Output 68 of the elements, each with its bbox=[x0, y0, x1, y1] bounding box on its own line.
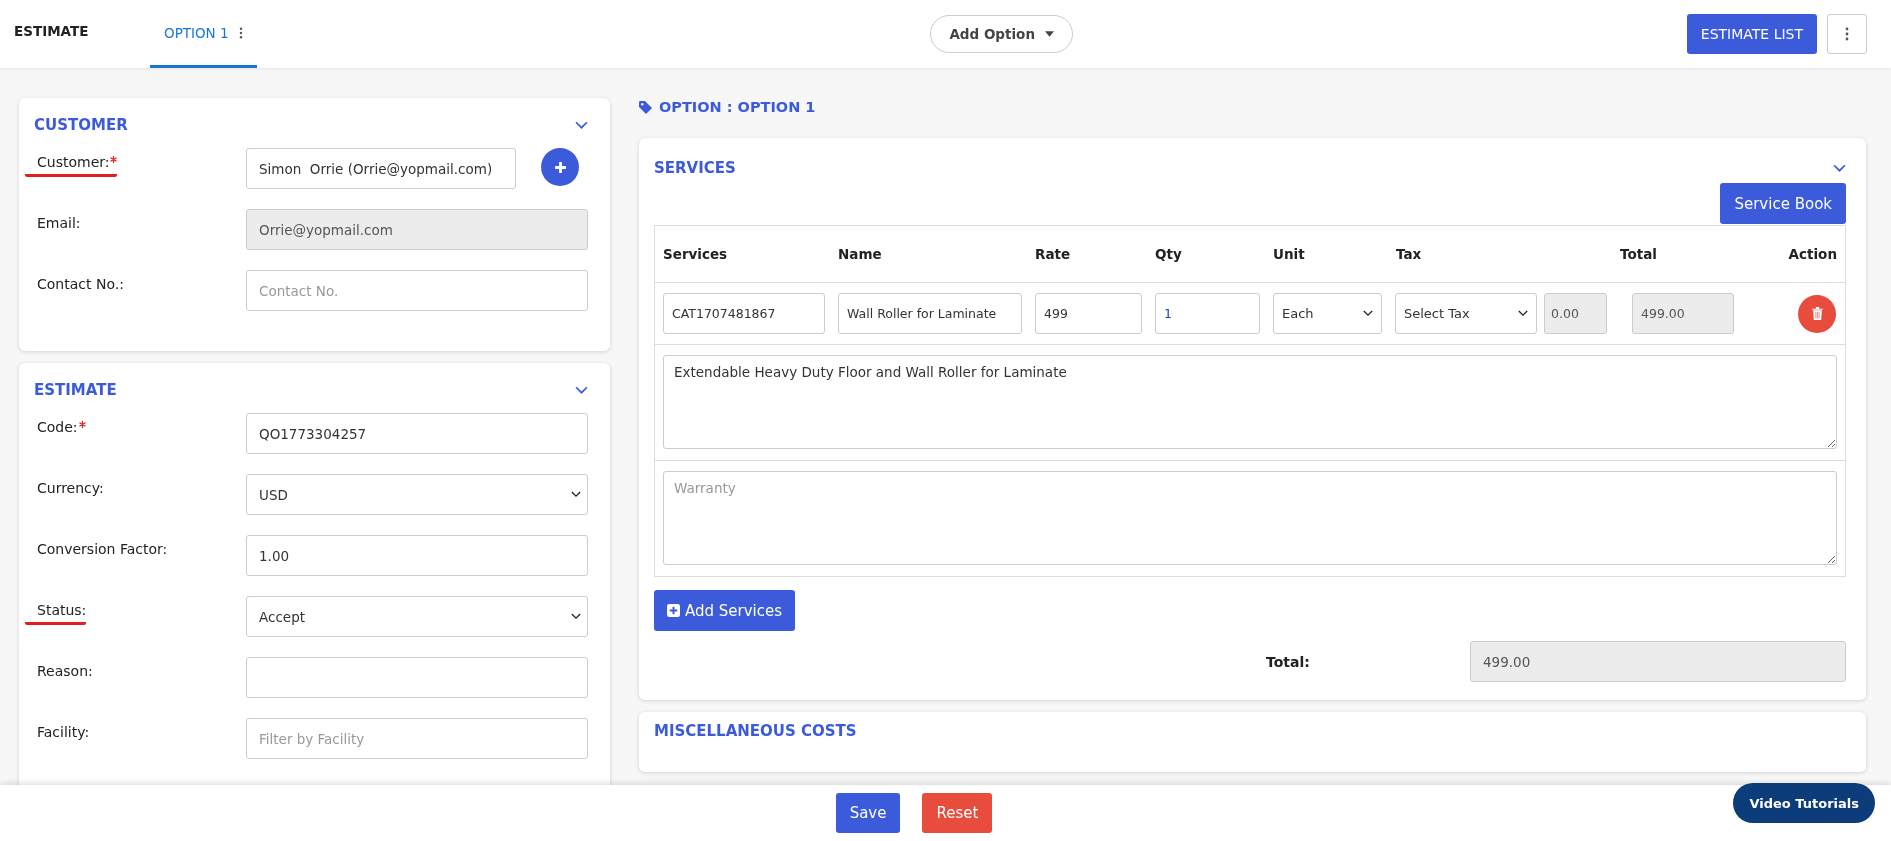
column-header: Unit bbox=[1272, 246, 1306, 262]
page-title: ESTIMATE bbox=[14, 23, 90, 39]
total-field: 499.00 bbox=[1632, 293, 1734, 334]
add-customer-button[interactable] bbox=[541, 148, 579, 186]
select-field[interactable]: USD bbox=[246, 474, 588, 515]
field-label: Reason: bbox=[37, 663, 93, 681]
chevron-icon bbox=[575, 120, 588, 130]
field-label: Facility: bbox=[37, 724, 90, 742]
field-label: Conversion Factor: bbox=[37, 541, 168, 559]
input-field[interactable]: 1.00 bbox=[246, 535, 588, 576]
input-field[interactable]: Filter by Facility bbox=[246, 718, 588, 759]
input-field[interactable]: Simon Orrie (Orrie@yopmail.com) bbox=[246, 148, 516, 189]
trash-icon bbox=[1811, 307, 1823, 320]
tab-label: OPTION 1 bbox=[164, 24, 229, 41]
panel-title: SERVICES bbox=[654, 159, 736, 177]
chevron-icon bbox=[1833, 163, 1846, 173]
tax-select[interactable]: Select Tax bbox=[1395, 293, 1537, 334]
column-header: Action bbox=[1787, 246, 1838, 262]
unit-select[interactable]: Each bbox=[1273, 293, 1382, 334]
input-field[interactable]: 499 bbox=[1035, 293, 1142, 334]
field-label: Customer: bbox=[25, 154, 118, 177]
description-field[interactable]: Extendable Heavy Duty Floor and Wall Roller for Laminate bbox=[663, 355, 1837, 449]
field-label: Currency: bbox=[37, 480, 104, 498]
caret-icon bbox=[1045, 31, 1054, 37]
select-field[interactable]: Accept bbox=[246, 596, 588, 637]
more-icon bbox=[1845, 27, 1849, 41]
add-services-button[interactable]: Add Services bbox=[654, 590, 796, 631]
estimate-list-button[interactable]: ESTIMATE LIST bbox=[1686, 14, 1817, 54]
warranty-field[interactable]: Warranty bbox=[663, 471, 1837, 565]
tax-amount-field: 0.00 bbox=[1544, 293, 1607, 334]
chevron-icon bbox=[571, 613, 581, 620]
reset-button[interactable]: Reset bbox=[922, 793, 993, 833]
more-icon bbox=[238, 26, 243, 39]
panel-title: ESTIMATE bbox=[34, 381, 117, 399]
add-option-button[interactable]: Add Option bbox=[930, 15, 1073, 53]
input-field[interactable]: Contact No. bbox=[246, 270, 588, 311]
column-header: Tax bbox=[1395, 246, 1423, 262]
chevron-icon bbox=[571, 491, 581, 498]
field-label: Status: bbox=[25, 602, 87, 625]
field-label: Code: bbox=[37, 419, 86, 439]
plus-icon bbox=[553, 160, 567, 174]
input-field[interactable] bbox=[246, 657, 588, 698]
chevron-icon bbox=[1363, 310, 1373, 317]
input-field[interactable]: QO1773304257 bbox=[246, 413, 588, 454]
field-label: Email: bbox=[37, 215, 81, 233]
input-field[interactable]: 1 bbox=[1155, 293, 1260, 334]
tag-icon bbox=[639, 100, 652, 114]
column-header: Services bbox=[662, 246, 729, 262]
grand-total-field: 499.00 bbox=[1470, 641, 1846, 682]
option-title: OPTION : OPTION 1 bbox=[659, 99, 816, 115]
chevron-icon bbox=[1518, 310, 1528, 317]
column-header: Name bbox=[837, 246, 883, 262]
delete-button[interactable] bbox=[1798, 294, 1836, 333]
input-field[interactable]: Wall Roller for Laminate bbox=[838, 293, 1022, 334]
save-button[interactable]: Save bbox=[835, 793, 901, 833]
video-tutorials-button[interactable]: Video Tutorials bbox=[1733, 783, 1875, 823]
option-tab[interactable]: OPTION 1 bbox=[150, 0, 257, 68]
column-header: Rate bbox=[1034, 246, 1072, 262]
panel-title: CUSTOMER bbox=[34, 116, 128, 134]
chevron-icon bbox=[575, 385, 588, 395]
service-book-button[interactable]: Service Book bbox=[1720, 183, 1846, 224]
total-label: Total: bbox=[1266, 653, 1311, 670]
column-header: Qty bbox=[1154, 246, 1183, 262]
panel-title: MISCELLANEOUS COSTS bbox=[654, 722, 857, 740]
plus-square-icon bbox=[667, 604, 680, 617]
field-label: Contact No.: bbox=[37, 276, 124, 294]
input-field[interactable]: CAT1707481867 bbox=[663, 293, 825, 334]
column-header: Total bbox=[1619, 246, 1658, 262]
